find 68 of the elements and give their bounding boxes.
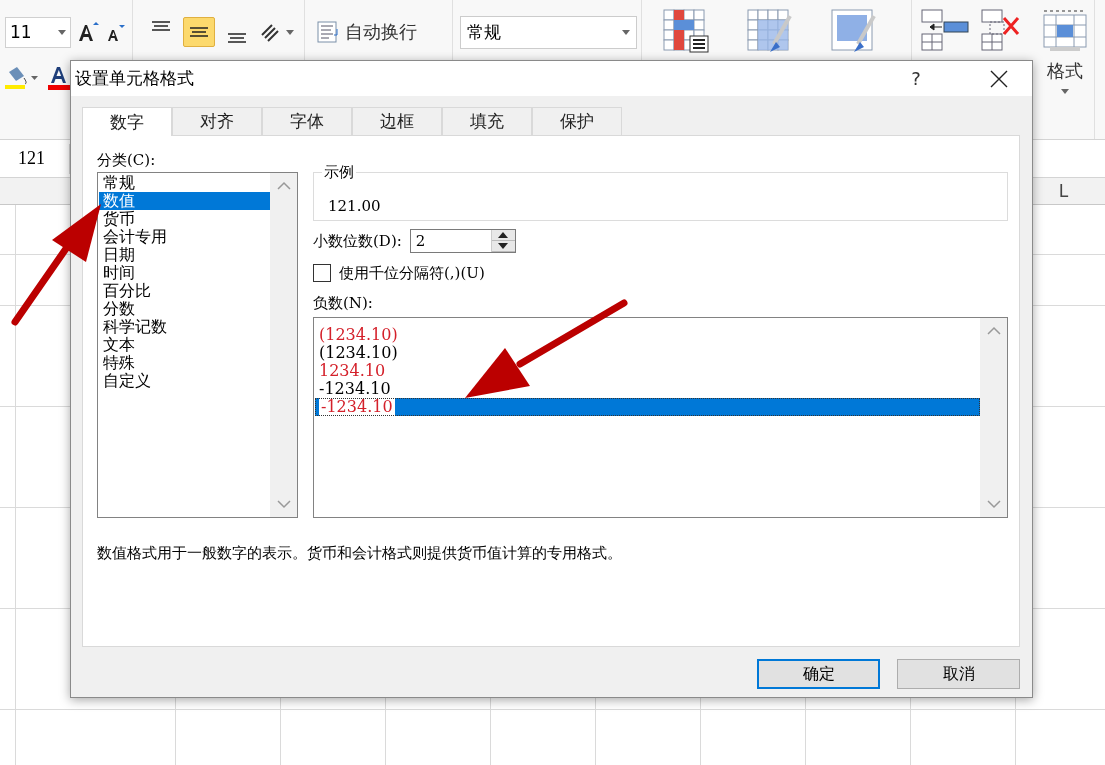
cell-brush-icon [828,8,878,53]
list-item[interactable]: 日期 [99,246,270,264]
list-item[interactable]: 科学记数 [99,318,270,336]
font-size-field[interactable]: 11 [5,16,71,48]
list-item[interactable]: 数值 [99,192,270,210]
dialog-title: 设置单元格格式 [75,67,195,90]
help-button[interactable]: ? [906,68,926,89]
list-item[interactable]: 自定义 [99,372,270,390]
description-text: 数值格式用于一般数字的表示。货币和会计格式则提供货币值计算的专用格式。 [97,544,623,563]
tab[interactable]: 保护 [532,107,622,135]
number-format-dropdown[interactable]: 常规 [460,15,637,49]
caret-icon [622,29,630,35]
decimal-label: 小数位数(D): [313,231,402,251]
table-brush-icon [744,8,794,53]
format-cells-icon [1040,8,1090,53]
scrollbar[interactable] [980,318,1007,517]
list-item[interactable]: 常规 [99,174,270,192]
negative-label: 负数(N): [313,293,374,313]
tab[interactable]: 边框 [352,107,442,135]
list-item[interactable]: (1234.10) [315,326,980,344]
caret-icon [1061,89,1069,94]
conditional-format-icon [660,8,710,53]
tab[interactable]: 数字 [82,107,172,136]
sample-value: 121.00 [328,197,381,215]
wrap-text-button[interactable]: 自动换行 [317,16,417,48]
down-triangle-icon [498,243,509,249]
up-triangle-icon [498,232,509,238]
chevron-up-icon [986,326,1001,335]
insert-cells-icon [920,8,970,53]
caret-icon [58,29,66,35]
font-color-icon [45,65,71,91]
wrap-text-icon [317,21,341,43]
format-label[interactable]: 格式 [1047,59,1083,83]
list-item[interactable]: 分数 [99,300,270,318]
spin-down-button[interactable] [491,241,515,252]
list-item[interactable]: 时间 [99,264,270,282]
checkbox[interactable] [313,264,331,282]
align-button[interactable] [183,17,215,47]
close-icon [990,69,1008,88]
list-item[interactable]: -1234.10 [315,380,980,398]
category-label: 分类(C): [97,150,157,170]
spin-up-button[interactable] [491,230,515,241]
dialog-button[interactable]: 取消 [897,659,1020,689]
chevron-down-icon [986,500,1001,509]
scrollbar[interactable] [270,173,297,517]
align-lines-icon [228,33,246,43]
text-orientation-icon [259,21,295,43]
list-item[interactable]: -1234.10 [315,398,980,416]
chevron-up-icon [276,181,291,190]
chevron-down-icon [276,500,291,509]
dialog-button[interactable]: 确定 [757,659,880,689]
tab[interactable]: 字体 [262,107,352,135]
decimal-field[interactable]: 2 [409,229,516,253]
list-item[interactable]: 百分比 [99,282,270,300]
align-lines-icon [190,27,208,37]
align-lines-icon [152,21,170,31]
sample-label: 示例 [322,163,356,182]
list-item[interactable]: (1234.10) [315,344,980,362]
list-item[interactable]: 货币 [99,210,270,228]
grow-font-icon [77,21,99,43]
list-item[interactable]: 文本 [99,336,270,354]
list-item[interactable]: 特殊 [99,354,270,372]
checkbox-label: 使用千位分隔符(,)(U) [339,263,485,283]
tab[interactable]: 填充 [442,107,532,135]
tab[interactable]: 对齐 [172,107,262,135]
list-item[interactable]: 1234.10 [315,362,980,380]
list-item[interactable]: 会计专用 [99,228,270,246]
fill-color-icon [5,66,39,90]
